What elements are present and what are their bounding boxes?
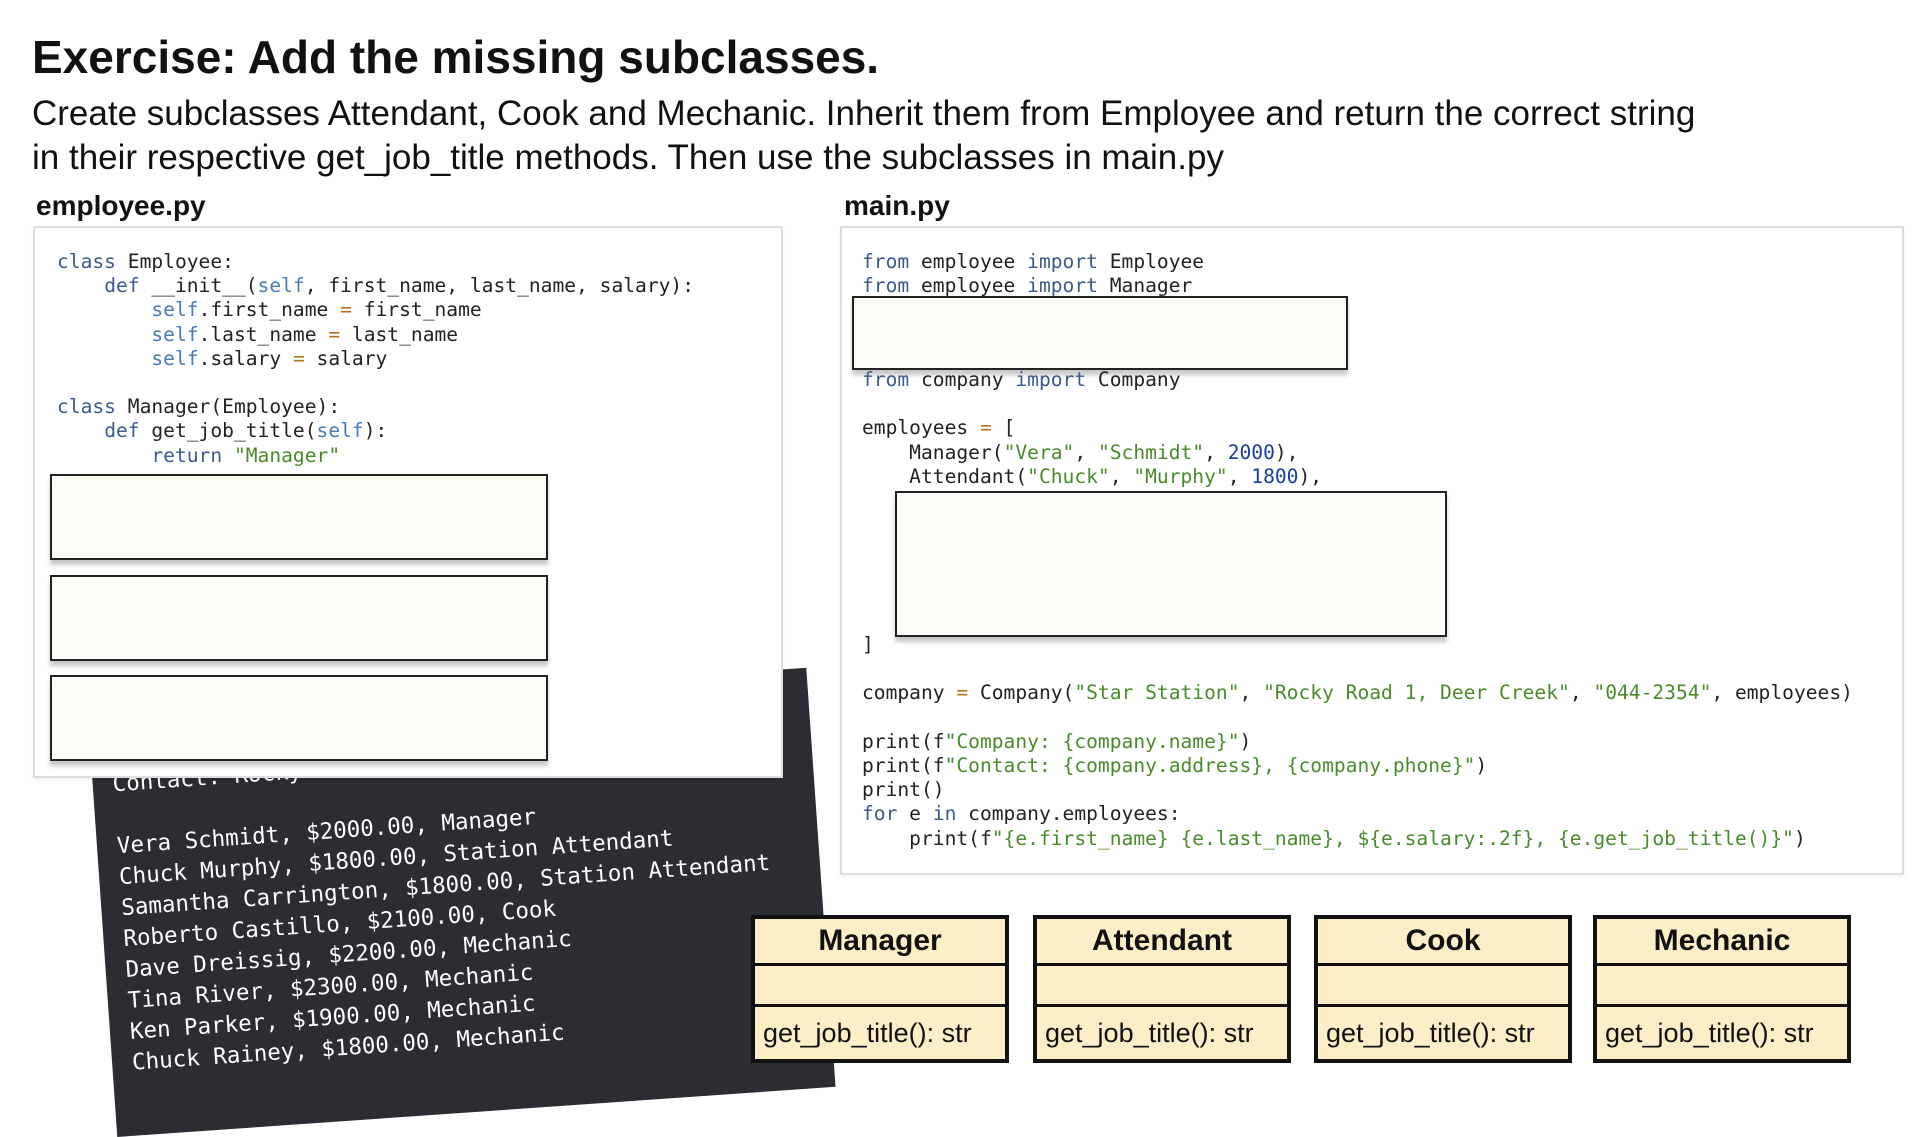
uml-class-mechanic: Mechanic get_job_title(): str [1593, 915, 1851, 1063]
uml-class-name: Cook [1318, 919, 1568, 966]
exercise-description: Create subclasses Attendant, Cook and Me… [32, 94, 1696, 177]
uml-method: get_job_title(): str [1605, 1018, 1814, 1048]
uml-class-attendant: Attendant get_job_title(): str [1033, 915, 1291, 1063]
uml-class-cook: Cook get_job_title(): str [1314, 915, 1572, 1063]
uml-method: get_job_title(): str [1326, 1018, 1535, 1048]
blank-mechanic-class[interactable] [50, 675, 548, 761]
blank-attendant-class[interactable] [50, 474, 548, 560]
uml-class-name: Manager [755, 919, 1005, 966]
uml-method: get_job_title(): str [763, 1018, 972, 1048]
uml-attributes [755, 966, 1005, 1007]
employee-code-panel: class Employee: def __init__(self, first… [33, 226, 783, 778]
main-code-employees: from company import Company employees = … [862, 368, 1323, 488]
uml-attributes [1037, 966, 1287, 1007]
main-code-output: ] company = Company("Star Station", "Roc… [862, 633, 1853, 850]
uml-class-name: Mechanic [1597, 919, 1847, 966]
uml-class-manager: Manager get_job_title(): str [751, 915, 1009, 1063]
uml-class-name: Attendant [1037, 919, 1287, 966]
main-code-imports: from employee import Employee from emplo… [862, 250, 1205, 298]
uml-attributes [1597, 966, 1847, 1007]
blank-cook-class[interactable] [50, 575, 548, 661]
main-file-label: main.py [844, 190, 950, 221]
blank-imports[interactable] [852, 296, 1348, 370]
uml-method: get_job_title(): str [1045, 1018, 1254, 1048]
main-code-panel: from employee import Employee from emplo… [840, 226, 1904, 875]
employee-file-label: employee.py [36, 190, 206, 221]
employee-code: class Employee: def __init__(self, first… [57, 250, 695, 467]
uml-attributes [1318, 966, 1568, 1007]
exercise-title: Exercise: Add the missing subclasses. [32, 31, 880, 83]
blank-employees[interactable] [895, 491, 1447, 637]
